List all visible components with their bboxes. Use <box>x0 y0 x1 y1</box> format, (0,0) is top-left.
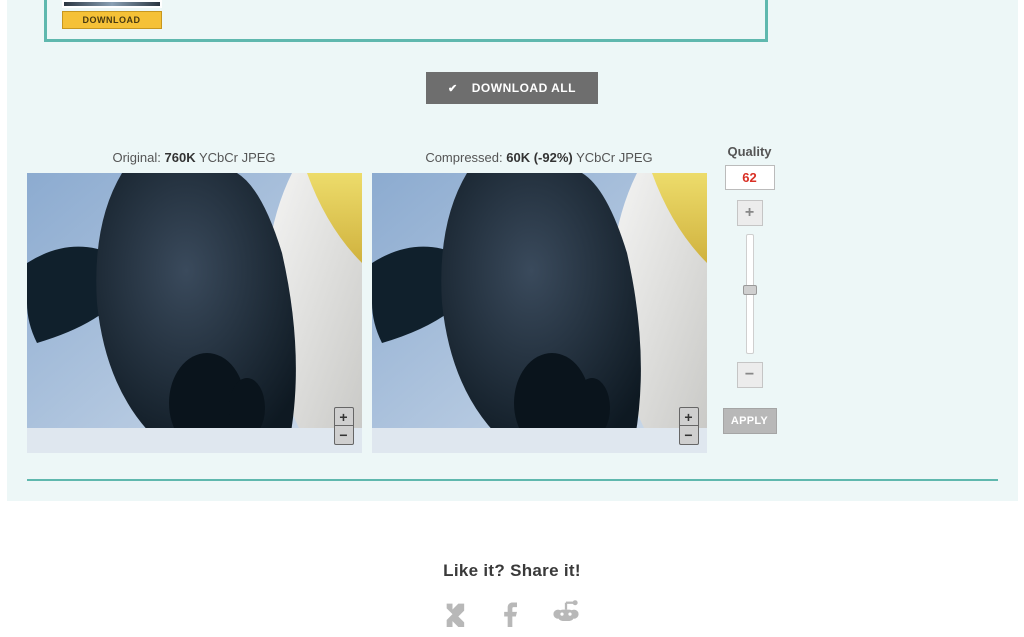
zoom-out-button[interactable]: − <box>335 426 353 444</box>
quality-increase-button[interactable]: + <box>737 200 763 226</box>
penguin-illustration <box>372 173 707 453</box>
quality-title: Quality <box>721 144 779 159</box>
divider <box>27 479 998 481</box>
twitter-icon[interactable] <box>442 599 470 627</box>
share-icons <box>7 599 1018 627</box>
zoom-out-button[interactable]: − <box>680 426 698 444</box>
quality-decrease-button[interactable]: − <box>737 362 763 388</box>
zoom-controls: + − <box>334 407 354 445</box>
facebook-icon[interactable] <box>496 599 524 627</box>
quality-controls: Quality + − APPLY <box>721 144 779 434</box>
thumbnail-row: DOWNLOAD <box>44 0 768 42</box>
share-section: Like it? Share it! <box>7 501 1018 637</box>
penguin-illustration <box>27 173 362 453</box>
share-title: Like it? Share it! <box>7 561 1018 581</box>
zoom-in-button[interactable]: + <box>680 408 698 426</box>
compressed-panel: Compressed: 60K (-92%) YCbCr JPEG <box>372 144 707 453</box>
comparison-row: Original: 760K YCbCr JPEG <box>27 144 998 453</box>
thumbnail-image[interactable] <box>62 0 162 8</box>
download-all-button[interactable]: ✔ DOWNLOAD ALL <box>426 72 598 104</box>
download-all-row: ✔ DOWNLOAD ALL <box>27 72 998 104</box>
check-icon: ✔ <box>448 82 458 95</box>
original-label: Original: 760K YCbCr JPEG <box>27 144 362 173</box>
download-all-label: DOWNLOAD ALL <box>472 81 576 95</box>
thumbnail-item: DOWNLOAD <box>57 0 167 29</box>
compressed-image[interactable]: + − <box>372 173 707 453</box>
thumbnail-download-button[interactable]: DOWNLOAD <box>62 11 162 29</box>
compressed-label: Compressed: 60K (-92%) YCbCr JPEG <box>372 144 707 173</box>
zoom-controls: + − <box>679 407 699 445</box>
original-panel: Original: 760K YCbCr JPEG <box>27 144 362 453</box>
quality-slider-thumb[interactable] <box>743 285 757 295</box>
original-image[interactable]: + − <box>27 173 362 453</box>
reddit-icon[interactable] <box>550 599 582 627</box>
quality-input[interactable] <box>725 165 775 190</box>
apply-button[interactable]: APPLY <box>723 408 777 434</box>
zoom-in-button[interactable]: + <box>335 408 353 426</box>
quality-slider[interactable] <box>746 234 754 354</box>
